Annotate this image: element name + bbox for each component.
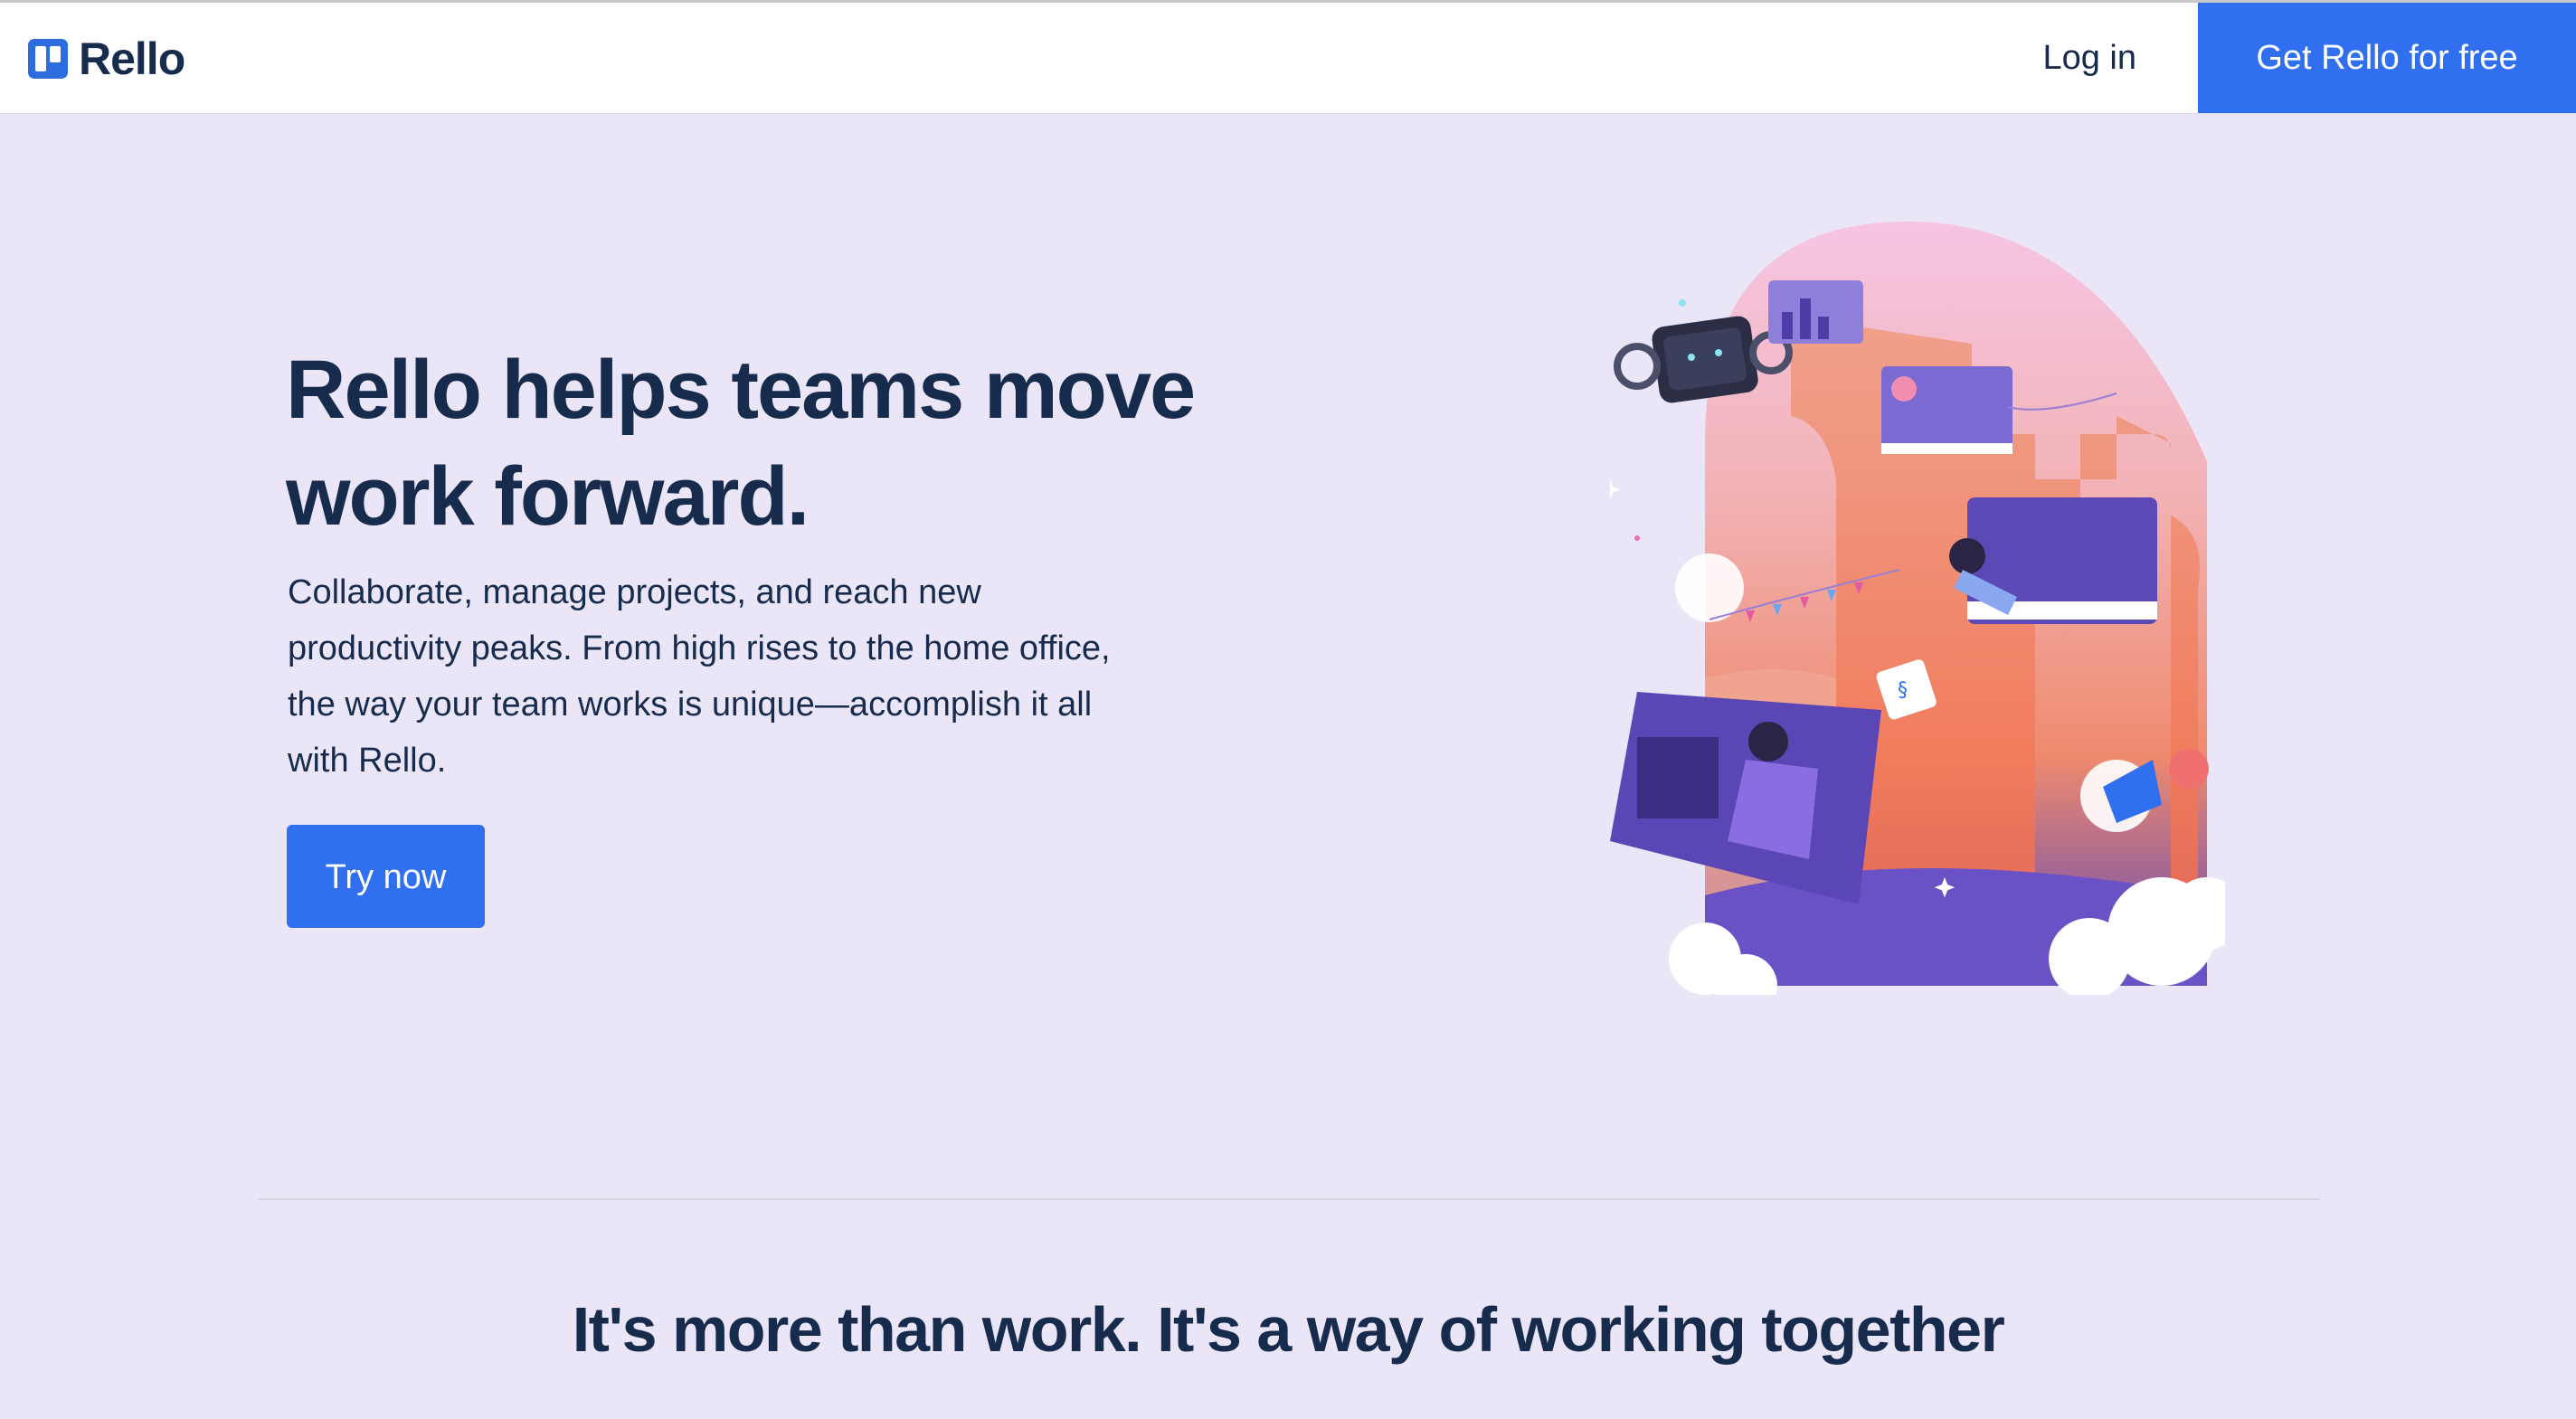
brand-name: Rello — [79, 33, 185, 84]
hero-title: Rello helps teams move work forward. — [286, 344, 1196, 543]
svg-text:§: § — [1898, 679, 1908, 702]
section-divider — [258, 1198, 2320, 1200]
section-heading: It's more than work. It's a way of worki… — [572, 1294, 2005, 1365]
board-icon — [28, 39, 68, 79]
get-rello-free-button[interactable]: Get Rello for free — [2198, 3, 2576, 113]
navbar: Rello Log in Get Rello for free — [0, 3, 2576, 113]
hero-description: Collaborate, manage projects, and reach … — [288, 573, 1111, 780]
login-link[interactable]: Log in — [2024, 3, 2155, 113]
hero-illustration: § — [1610, 222, 2225, 995]
rello-logo[interactable]: Rello — [28, 33, 185, 84]
try-now-button[interactable]: Try now — [287, 825, 485, 928]
